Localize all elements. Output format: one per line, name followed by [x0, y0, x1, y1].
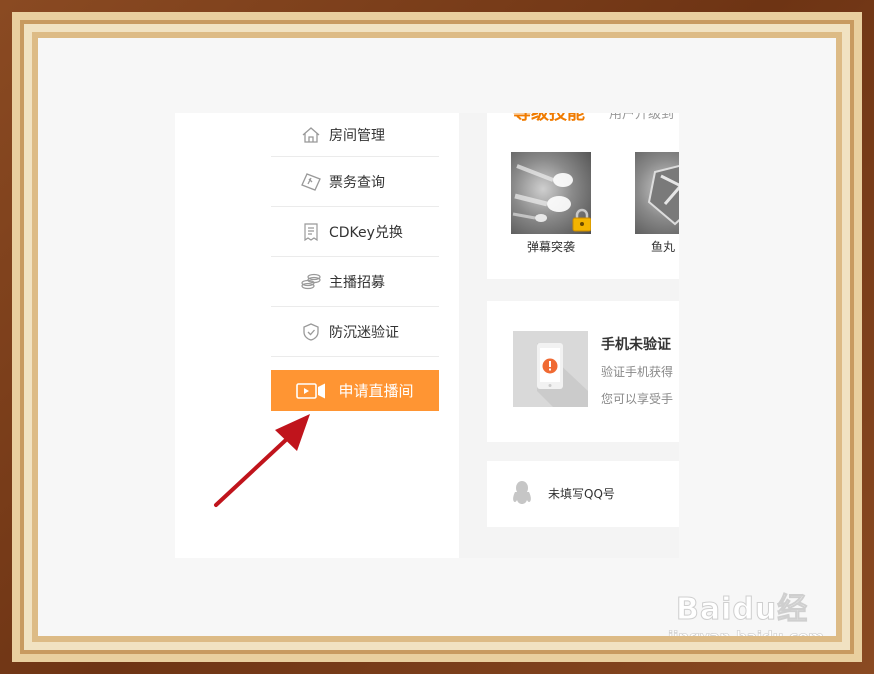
baidu-watermark: Baidu经验 jingyan.baidu.com	[668, 584, 836, 637]
watermark-url: jingyan.baidu.com	[668, 628, 825, 636]
red-arrow-icon	[214, 414, 310, 507]
screenshot-canvas: 房间管理 票务查询 CDKey兑换 主播招募 防沉迷验证 申请直播间 等级技能 …	[38, 38, 836, 636]
